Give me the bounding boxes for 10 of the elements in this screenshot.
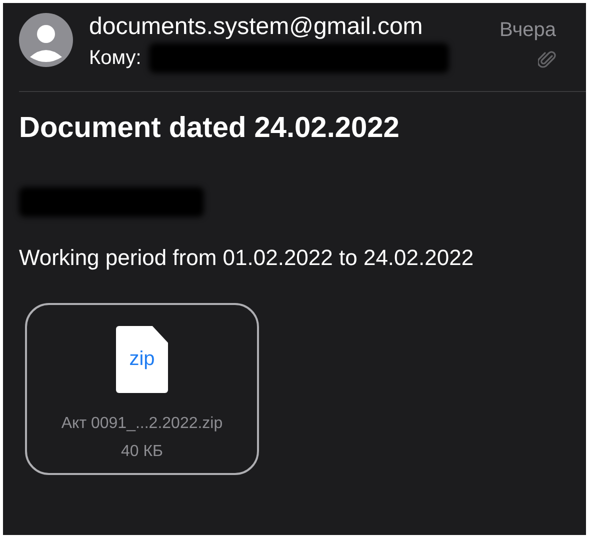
avatar-icon xyxy=(19,13,73,67)
file-type-label: zip xyxy=(129,348,155,371)
attachment-size: 40 КБ xyxy=(120,443,164,461)
message-body: Working period from 01.02.2022 to 24.02.2022 xyxy=(19,245,475,271)
recipient-label: Кому: xyxy=(89,46,142,70)
attachment-card[interactable]: zip Акт 0091_...2.2022.zip 40 КБ xyxy=(25,303,259,475)
message-date: Вчера xyxy=(500,19,556,42)
sender-address[interactable]: documents.system@gmail.com xyxy=(89,13,484,41)
attachment-name: Акт 0091_...2.2022.zip xyxy=(61,415,223,433)
message-subject: Document dated 24.02.2022 xyxy=(19,112,400,145)
